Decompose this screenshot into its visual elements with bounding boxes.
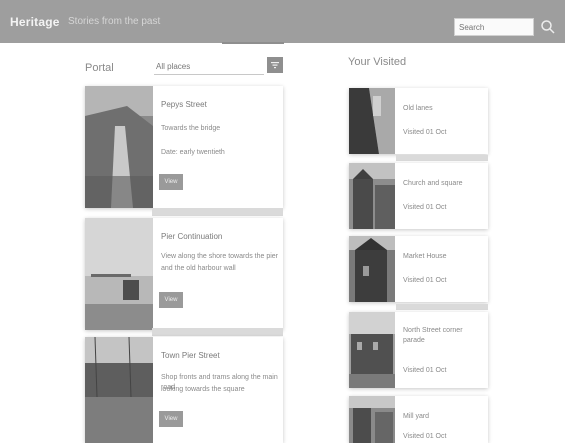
search-input[interactable] xyxy=(454,18,534,36)
card-title: Pepys Street xyxy=(161,100,207,109)
story-photo xyxy=(85,86,153,208)
visited-photo xyxy=(349,396,395,443)
card-description-line2: and the old harbour wall xyxy=(161,265,236,272)
story-card[interactable]: Pepys Street Towards the bridge Date: ea… xyxy=(85,86,283,208)
header-tagline: Stories from the past xyxy=(68,16,161,27)
filter-icon xyxy=(271,62,279,69)
view-button[interactable]: View xyxy=(159,411,183,427)
card-date: Date: early twentieth xyxy=(161,149,225,156)
brand-logo[interactable]: Heritage xyxy=(10,15,60,29)
section-title-visited: Your Visited xyxy=(348,56,407,68)
card-title: Pier Continuation xyxy=(161,232,223,241)
visited-card[interactable]: North Street corner parade Visited 01 Oc… xyxy=(349,312,488,388)
visited-photo xyxy=(349,236,395,302)
visited-meta: Visited 01 Oct xyxy=(403,433,447,440)
visited-meta: Visited 01 Oct xyxy=(403,204,447,211)
view-button[interactable]: View xyxy=(159,292,183,308)
nav-indicator xyxy=(222,42,284,44)
visited-title: Church and square xyxy=(403,180,463,187)
visited-card[interactable]: Mill yard Visited 01 Oct xyxy=(349,396,488,443)
story-photo xyxy=(85,218,153,330)
search-icon[interactable] xyxy=(540,19,556,35)
visited-photo xyxy=(349,312,395,388)
filter-button[interactable] xyxy=(267,57,283,73)
visited-meta: Visited 01 Oct xyxy=(403,367,447,374)
story-card[interactable]: Pier Continuation View along the shore t… xyxy=(85,218,283,330)
card-description: Towards the bridge xyxy=(161,125,221,132)
card-description: View along the shore towards the pier xyxy=(161,253,278,260)
visited-meta: Visited 01 Oct xyxy=(403,129,447,136)
visited-card[interactable]: Old lanes Visited 01 Oct xyxy=(349,88,488,154)
card-divider xyxy=(152,208,283,216)
section-title-portal: Portal xyxy=(85,62,114,74)
story-photo xyxy=(85,337,153,443)
visited-title: Market House xyxy=(403,253,447,260)
view-button[interactable]: View xyxy=(159,174,183,190)
card-divider xyxy=(152,328,283,336)
card-description-line2: looking towards the square xyxy=(161,386,245,393)
story-card[interactable]: Town Pier Street Shop fronts and trams a… xyxy=(85,337,283,443)
card-divider xyxy=(396,304,488,310)
visited-photo xyxy=(349,163,395,229)
visited-title: Old lanes xyxy=(403,105,433,112)
card-title: Town Pier Street xyxy=(161,351,220,360)
visited-title: North Street corner parade xyxy=(403,327,463,344)
visited-card[interactable]: Market House Visited 01 Oct xyxy=(349,236,488,302)
visited-title: Mill yard xyxy=(403,413,430,420)
visited-photo xyxy=(349,88,395,154)
card-divider xyxy=(396,155,488,161)
filter-select[interactable] xyxy=(154,58,264,75)
top-bar: Heritage Stories from the past xyxy=(0,0,565,43)
visited-meta: Visited 01 Oct xyxy=(403,277,447,284)
visited-card[interactable]: Church and square Visited 01 Oct xyxy=(349,163,488,229)
